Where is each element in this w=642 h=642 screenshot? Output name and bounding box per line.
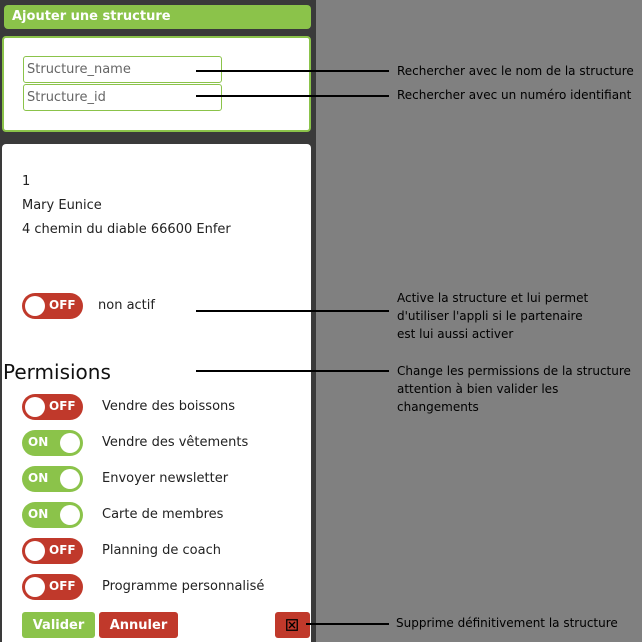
structure-id-input[interactable] <box>23 84 222 111</box>
search-panel <box>2 36 311 132</box>
annotation-line-text: Change les permissions de la structure <box>397 364 631 378</box>
permission-label: Carte de membres <box>102 507 224 522</box>
toggle-knob <box>25 577 45 597</box>
permissions-title: Permisions <box>3 360 111 384</box>
toggle-knob <box>60 469 80 489</box>
toggle-state: ON <box>28 471 49 485</box>
annotation-search-id: Rechercher avec un numéro identifiant <box>397 88 632 102</box>
toggle-knob <box>25 541 45 561</box>
toggle-knob <box>25 296 45 316</box>
permission-label: Vendre des boissons <box>102 399 236 414</box>
structure-address: 4 chemin du diable 66600 Enfer <box>22 222 231 237</box>
toggle-state: OFF <box>49 399 76 413</box>
activation-toggle[interactable]: OFF <box>22 293 83 319</box>
toggle-state: OFF <box>49 298 76 312</box>
annotation-activate: Active la structure et lui permet d'util… <box>397 289 588 343</box>
delete-button[interactable] <box>275 612 310 638</box>
toggle-knob <box>25 397 45 417</box>
annotation-line-text: Active la structure et lui permet <box>397 291 589 305</box>
toggle-knob <box>60 505 80 525</box>
structure-id: 1 <box>22 174 31 189</box>
toggle-envoyer-newsletter[interactable]: ON <box>22 466 83 492</box>
permission-label: Planning de coach <box>102 543 221 558</box>
annotation-line-text: d'utiliser l'appli si le partenaire <box>397 309 583 323</box>
toggle-programme-personnalise[interactable]: OFF <box>22 574 83 600</box>
annotation-line <box>196 95 389 97</box>
toggle-vendre-vetements[interactable]: ON <box>22 430 83 456</box>
validate-button[interactable]: Valider <box>22 612 95 638</box>
toggle-planning-coach[interactable]: OFF <box>22 538 83 564</box>
annotation-line <box>196 310 389 312</box>
structure-name: Mary Eunice <box>22 198 102 213</box>
annotation-line-text: est lui aussi activer <box>397 327 514 341</box>
toggle-state: OFF <box>49 543 76 557</box>
toggle-knob <box>60 433 80 453</box>
annotation-search-name: Rechercher avec le nom de la structure <box>397 64 634 78</box>
annotation-line <box>306 623 389 625</box>
annotation-line-text: attention à bien valider les changements <box>397 382 559 414</box>
toggle-state: ON <box>28 435 49 449</box>
toggle-state: ON <box>28 507 49 521</box>
panel-title: Ajouter une structure <box>12 9 171 24</box>
annotation-line <box>196 370 389 372</box>
permission-label: Vendre des vêtements <box>102 435 249 450</box>
permission-label: Envoyer newsletter <box>102 471 229 486</box>
permission-label: Programme personnalisé <box>102 579 265 594</box>
structure-name-input[interactable] <box>23 56 222 83</box>
annotation-line <box>196 70 389 72</box>
toggle-carte-membres[interactable]: ON <box>22 502 83 528</box>
toggle-vendre-boissons[interactable]: OFF <box>22 394 83 420</box>
toggle-state: OFF <box>49 579 76 593</box>
panel-header: Ajouter une structure <box>4 5 311 29</box>
trash-icon <box>286 619 298 631</box>
annotation-permissions: Change les permissions de la structure a… <box>397 362 642 416</box>
cancel-button[interactable]: Annuler <box>99 612 178 638</box>
activation-status: non actif <box>98 298 155 313</box>
structure-panel: 1 Mary Eunice 4 chemin du diable 66600 E… <box>2 144 311 642</box>
annotation-delete: Supprime définitivement la structure <box>396 616 618 630</box>
